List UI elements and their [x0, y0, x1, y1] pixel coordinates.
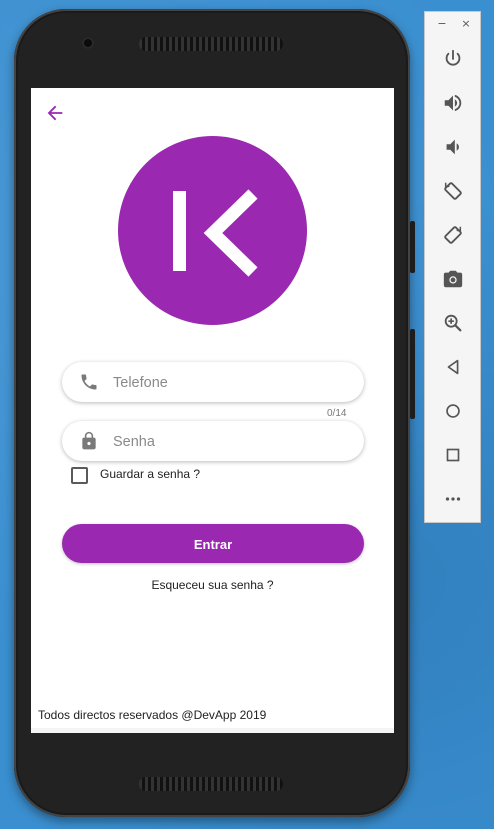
power-side-button	[410, 221, 415, 273]
app-screen: 0/14 Guardar a senha ? Entrar Esqueceu s…	[31, 88, 394, 733]
rotate-left-button[interactable]	[439, 177, 467, 205]
front-camera	[82, 37, 94, 49]
app-logo	[118, 136, 307, 325]
emulator-toolbar: − ×	[424, 11, 481, 523]
minimize-button[interactable]: −	[435, 17, 449, 30]
login-button[interactable]: Entrar	[62, 524, 364, 563]
power-icon	[445, 49, 461, 66]
overview-button[interactable]	[439, 441, 467, 469]
overview-icon	[446, 448, 460, 462]
volume-up-button[interactable]	[439, 89, 467, 117]
volume-down-icon	[446, 139, 459, 155]
remember-password-label: Guardar a senha ?	[100, 467, 201, 481]
screenshot-button[interactable]	[439, 265, 467, 293]
volume-down-button[interactable]	[439, 133, 467, 161]
remember-password-checkbox[interactable]	[71, 467, 88, 484]
rotate-right-button[interactable]	[439, 221, 467, 249]
home-icon	[446, 404, 460, 418]
k-logo-icon	[173, 189, 258, 277]
home-button[interactable]	[439, 397, 467, 425]
rotate-right-icon	[444, 226, 462, 244]
more-button[interactable]	[439, 485, 467, 513]
close-button[interactable]: ×	[459, 17, 473, 30]
phone-icon	[81, 374, 97, 390]
phone-frame: 0/14 Guardar a senha ? Entrar Esqueceu s…	[14, 9, 415, 817]
camera-icon	[443, 270, 463, 288]
volume-up-icon	[444, 94, 462, 112]
footer-copyright: Todos directos reservados @DevApp 2019	[38, 708, 267, 722]
back-arrow-icon[interactable]	[44, 102, 66, 124]
toolbar-window-controls: − ×	[425, 17, 482, 35]
phone-input[interactable]	[111, 362, 345, 404]
lock-icon	[82, 431, 96, 450]
power-button[interactable]	[439, 45, 467, 73]
phone-field	[62, 362, 364, 404]
rotate-left-icon	[444, 182, 462, 200]
zoom-button[interactable]	[439, 309, 467, 337]
top-speaker	[139, 37, 283, 51]
volume-side-button	[410, 329, 415, 419]
back-icon	[447, 359, 459, 375]
password-input[interactable]	[111, 421, 345, 463]
zoom-icon	[444, 314, 462, 332]
forgot-password-link[interactable]: Esqueceu sua senha ?	[31, 578, 394, 592]
back-button[interactable]	[439, 353, 467, 381]
phone-character-counter: 0/14	[327, 408, 347, 419]
more-icon	[445, 497, 461, 501]
bottom-speaker	[139, 777, 283, 791]
password-field	[62, 421, 364, 463]
bottom-strip	[31, 728, 394, 733]
